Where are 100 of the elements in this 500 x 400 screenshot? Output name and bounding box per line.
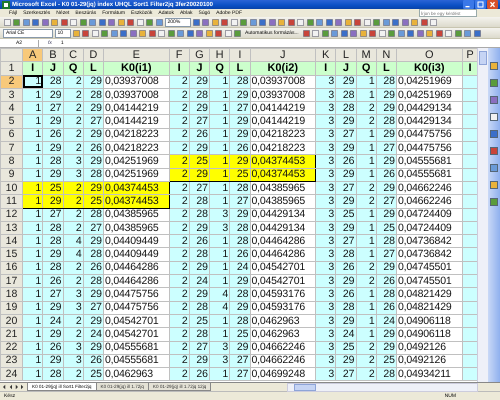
pane-icon[interactable] bbox=[490, 96, 498, 104]
horizontal-scrollbar[interactable] bbox=[287, 382, 478, 392]
table-cell: 0,04555681 bbox=[396, 168, 462, 182]
table-cell: 0,04429134 bbox=[250, 208, 316, 222]
header-cell: K0(i2) bbox=[250, 62, 316, 76]
row-header[interactable]: 18 bbox=[0, 288, 22, 302]
row-header[interactable]: 8 bbox=[0, 154, 22, 168]
row-header[interactable]: 11 bbox=[0, 194, 22, 208]
table-cell: 0,04218223 bbox=[250, 142, 316, 155]
row-header[interactable]: 22 bbox=[0, 341, 22, 354]
table-cell: 0,04144219 bbox=[104, 102, 169, 115]
scroll-thumb[interactable] bbox=[479, 51, 488, 65]
table-cell: 0,0462963 bbox=[104, 368, 169, 381]
table-cell: 0,04374453 bbox=[104, 194, 169, 208]
table-cell: 0,04385965 bbox=[104, 208, 169, 222]
column-header[interactable]: A bbox=[22, 48, 43, 62]
column-header[interactable]: P bbox=[462, 48, 478, 62]
pane-icon[interactable] bbox=[490, 62, 498, 70]
table-cell: 0,04542701 bbox=[104, 328, 169, 342]
minimize-button[interactable] bbox=[463, 0, 474, 9]
table-cell: 0,04374453 bbox=[250, 154, 316, 168]
column-header[interactable]: I bbox=[230, 48, 250, 62]
row-header[interactable]: 23 bbox=[0, 354, 22, 368]
pane-icon[interactable] bbox=[490, 113, 498, 121]
column-header[interactable]: D bbox=[83, 48, 104, 62]
table-cell: 0,04374453 bbox=[250, 168, 316, 182]
table-cell: 0,04593176 bbox=[250, 301, 316, 314]
column-header[interactable]: E bbox=[104, 48, 169, 62]
column-header[interactable]: M bbox=[356, 48, 376, 62]
column-header[interactable]: G bbox=[189, 48, 210, 62]
scroll-thumb[interactable] bbox=[294, 384, 316, 390]
table-cell: 0,04662246 bbox=[396, 181, 462, 195]
column-header[interactable]: O bbox=[396, 48, 462, 62]
table-cell: 0,04464286 bbox=[104, 261, 169, 275]
table-cell: 0,04821429 bbox=[396, 301, 462, 314]
row-header[interactable]: 15 bbox=[0, 248, 22, 262]
column-header[interactable]: J bbox=[250, 48, 316, 62]
table-cell: 0,04736842 bbox=[396, 248, 462, 262]
table-cell: 0,04662246 bbox=[250, 341, 316, 354]
table-cell: 0,04745501 bbox=[396, 274, 462, 288]
row-header[interactable]: 3 bbox=[0, 88, 22, 102]
table-cell: 0,04475756 bbox=[396, 142, 462, 155]
close-button[interactable] bbox=[487, 0, 498, 9]
pane-icon[interactable] bbox=[490, 147, 498, 155]
row-header[interactable]: 2 bbox=[0, 75, 22, 88]
row-header[interactable]: 1 bbox=[0, 62, 22, 76]
maximize-button[interactable] bbox=[475, 0, 486, 9]
table-cell: 0,04724409 bbox=[396, 221, 462, 235]
table-cell: 0,04251969 bbox=[396, 88, 462, 102]
row-header[interactable]: 9 bbox=[0, 168, 22, 182]
table-cell: 0,04464286 bbox=[250, 248, 316, 262]
pane-icon[interactable] bbox=[490, 198, 498, 206]
row-header[interactable]: 20 bbox=[0, 314, 22, 328]
table-cell: 0,03937008 bbox=[104, 88, 169, 102]
row-header[interactable]: 24 bbox=[0, 368, 22, 381]
pane-icon[interactable] bbox=[490, 164, 498, 172]
row-header[interactable]: 5 bbox=[0, 114, 22, 128]
table-cell: 0,04251969 bbox=[104, 154, 169, 168]
table-cell: 0,04736842 bbox=[396, 234, 462, 248]
table-cell: 0,04555681 bbox=[104, 354, 169, 368]
pane-icon[interactable] bbox=[490, 79, 498, 87]
vertical-scrollbar[interactable] bbox=[477, 48, 488, 382]
column-header[interactable]: H bbox=[210, 48, 230, 62]
column-header[interactable]: B bbox=[42, 48, 63, 62]
row-header[interactable]: 14 bbox=[0, 234, 22, 248]
table-cell: 0,0492126 bbox=[396, 354, 462, 368]
table-cell: 0,04429134 bbox=[396, 102, 462, 115]
table-cell: 0,04464286 bbox=[104, 274, 169, 288]
column-header[interactable]: N bbox=[376, 48, 396, 62]
row-header[interactable]: 19 bbox=[0, 301, 22, 314]
table-cell: 0,04475756 bbox=[104, 288, 169, 302]
table-cell: 0,04251969 bbox=[396, 75, 462, 88]
table-cell: 0,04662246 bbox=[250, 354, 316, 368]
header-cell: K0(i3) bbox=[396, 62, 462, 76]
pane-icon[interactable] bbox=[490, 130, 498, 138]
table-cell: 0,04821429 bbox=[396, 288, 462, 302]
table-cell: 0,04745501 bbox=[396, 261, 462, 275]
table-cell: 0,04934211 bbox=[396, 368, 462, 381]
row-header[interactable]: 10 bbox=[0, 181, 22, 195]
table-cell: 0,04662246 bbox=[396, 194, 462, 208]
row-header[interactable]: 13 bbox=[0, 221, 22, 235]
table-cell: 0,04542701 bbox=[104, 314, 169, 328]
table-cell: 0,04218223 bbox=[104, 142, 169, 155]
table-cell: 0,04144219 bbox=[250, 114, 316, 128]
row-header[interactable]: 21 bbox=[0, 328, 22, 342]
table-cell: 0,04699248 bbox=[250, 368, 316, 381]
row-header[interactable]: 4 bbox=[0, 102, 22, 115]
row-header[interactable]: 6 bbox=[0, 128, 22, 142]
column-header[interactable]: F bbox=[169, 48, 190, 62]
row-header[interactable]: 17 bbox=[0, 274, 22, 288]
table-cell: 0,04542701 bbox=[250, 274, 316, 288]
column-header[interactable]: C bbox=[63, 48, 84, 62]
column-header[interactable]: K bbox=[316, 48, 336, 62]
table-cell: 0,03937008 bbox=[104, 75, 169, 88]
pane-icon[interactable] bbox=[490, 181, 498, 189]
row-header[interactable]: 16 bbox=[0, 261, 22, 275]
row-header[interactable]: 12 bbox=[0, 208, 22, 222]
column-header[interactable]: L bbox=[336, 48, 356, 62]
row-header[interactable]: 7 bbox=[0, 142, 22, 155]
table-cell: 0,0462963 bbox=[250, 328, 316, 342]
